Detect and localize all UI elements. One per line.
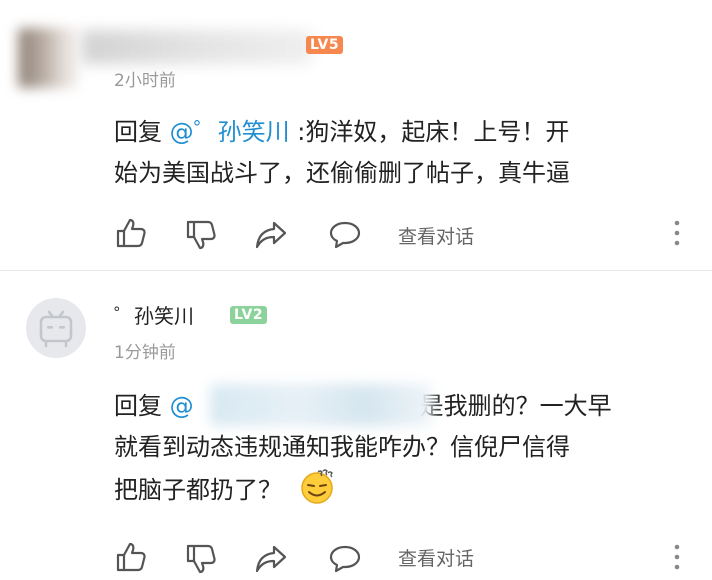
comment-time: 1分钟前 <box>114 343 176 363</box>
mention-blurred[interactable] <box>210 384 432 426</box>
share-icon <box>255 221 287 249</box>
comment-line: 是我删的？一大早 <box>419 392 612 420</box>
reply-prefix: 回复 <box>114 118 170 146</box>
username-blurred[interactable] <box>82 30 312 64</box>
dislike-button[interactable] <box>184 218 218 252</box>
tv-icon <box>39 310 73 348</box>
comment-icon <box>329 221 361 249</box>
like-icon <box>116 542 146 572</box>
comment-time: 2小时前 <box>114 71 176 91</box>
level-badge: LV5 <box>306 36 344 54</box>
divider <box>0 270 712 271</box>
comment-icon <box>329 545 361 573</box>
comment-line: :狗洋奴，起床！上号！开 <box>289 118 570 146</box>
share-button[interactable] <box>254 218 288 252</box>
share-button[interactable] <box>254 542 288 576</box>
more-button[interactable] <box>670 542 684 572</box>
dislike-icon <box>186 220 216 250</box>
mention-link[interactable]: @ <box>170 392 194 420</box>
emoji-icon <box>300 469 333 504</box>
username[interactable]: ゜孙笑川 <box>114 300 194 329</box>
comment-line: 始为美国战斗了，还偷偷删了帖子，真牛逼 <box>114 159 570 187</box>
dislike-icon <box>186 544 216 574</box>
like-icon <box>116 218 146 248</box>
like-button[interactable] <box>114 540 148 574</box>
reply-prefix: 回复 <box>114 392 170 420</box>
level-badge: LV2 <box>230 306 268 324</box>
avatar-blurred[interactable] <box>18 28 78 88</box>
reply-button[interactable] <box>328 218 362 252</box>
comment-line: 就看到动态违规通知我能咋办？信倪尸信得 <box>114 433 570 461</box>
more-icon <box>674 220 680 246</box>
view-conversation-link[interactable]: 查看对话 <box>398 222 474 249</box>
avatar[interactable] <box>26 298 86 358</box>
more-button[interactable] <box>670 218 684 248</box>
comment-line: 把脑子都扔了？ <box>114 476 282 504</box>
view-conversation-link[interactable]: 查看对话 <box>398 544 474 571</box>
reply-button[interactable] <box>328 542 362 576</box>
like-button[interactable] <box>114 216 148 250</box>
mention-link[interactable]: @゜孙笑川 <box>170 118 290 146</box>
comment-text: 回复 @゜孙笑川 :狗洋奴，起床！上号！开 始为美国战斗了，还偷偷删了帖子，真牛… <box>114 112 570 194</box>
more-icon <box>674 544 680 570</box>
dislike-button[interactable] <box>184 542 218 576</box>
share-icon <box>255 545 287 573</box>
